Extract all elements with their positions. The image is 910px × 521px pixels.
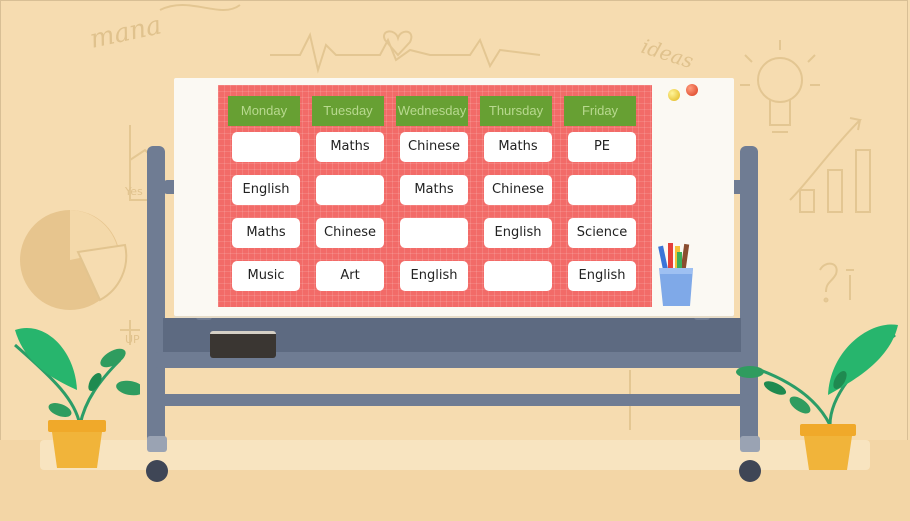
subject-slot[interactable]: Maths: [316, 132, 384, 162]
subject-slot[interactable]: [232, 132, 300, 162]
subject-slot[interactable]: Maths: [400, 175, 468, 205]
subject-slot[interactable]: [400, 218, 468, 248]
day-header-wednesday: Wednesday: [396, 96, 468, 126]
day-header-tuesday: Tuesday: [312, 96, 384, 126]
subject-slot[interactable]: English: [484, 218, 552, 248]
subject-slot[interactable]: Music: [232, 261, 300, 291]
subject-slot[interactable]: Art: [316, 261, 384, 291]
subject-slot[interactable]: [316, 175, 384, 205]
plant-icon: [736, 324, 898, 470]
subject-slot[interactable]: PE: [568, 132, 636, 162]
magnet-icon: [686, 84, 698, 96]
subject-slot[interactable]: English: [400, 261, 468, 291]
timetable-board: Monday Tuesday Wednesday Thursday Friday Math…: [218, 85, 652, 307]
day-header-friday: Friday: [564, 96, 636, 126]
subject-slot[interactable]: Maths: [484, 132, 552, 162]
subject-slot[interactable]: [484, 261, 552, 291]
subject-slot[interactable]: Chinese: [400, 132, 468, 162]
day-header-thursday: Thursday: [480, 96, 552, 126]
subject-slot[interactable]: English: [232, 175, 300, 205]
subject-slot[interactable]: Chinese: [316, 218, 384, 248]
subject-slot[interactable]: English: [568, 261, 636, 291]
magnet-icon: [668, 89, 680, 101]
subject-slot[interactable]: Science: [568, 218, 636, 248]
subject-slot[interactable]: Maths: [232, 218, 300, 248]
plant-icon: [14, 328, 140, 468]
day-header-monday: Monday: [228, 96, 300, 126]
eraser-icon[interactable]: [210, 331, 276, 358]
subject-slot[interactable]: Chinese: [484, 175, 552, 205]
marker-cup-icon[interactable]: [655, 240, 699, 310]
subject-slot[interactable]: [568, 175, 636, 205]
